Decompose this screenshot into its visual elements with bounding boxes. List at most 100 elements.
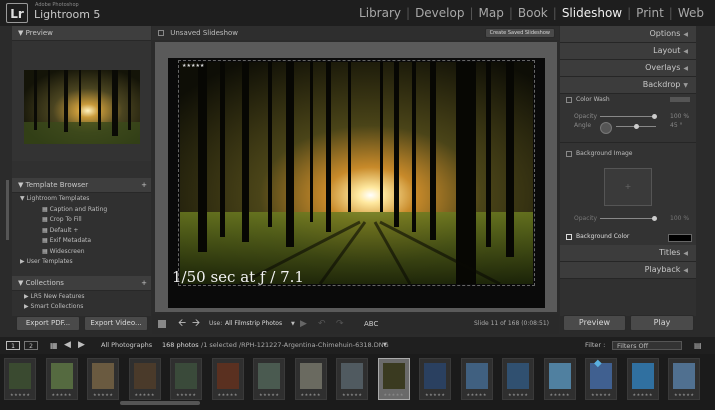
filmstrip-thumbnail[interactable]: ★★★★★	[460, 358, 493, 400]
backdrop-section-header[interactable]: Backdrop ▼	[560, 77, 696, 94]
export-video-button[interactable]: Export Video...	[84, 316, 148, 331]
thumbnail-image	[465, 363, 488, 389]
module-print[interactable]: Print	[631, 6, 669, 20]
filmstrip-thumbnail[interactable]: ★★★★★	[294, 358, 327, 400]
rotate-left-icon[interactable]: ↶	[318, 314, 326, 334]
background-opacity-knob[interactable]	[652, 216, 657, 221]
filmstrip-thumbnail[interactable]: ★★★★★	[170, 358, 202, 400]
primary-window-button[interactable]: 1	[6, 341, 20, 350]
background-color-row[interactable]: Background Color	[566, 233, 629, 240]
left-panel-scrollbar[interactable]	[6, 180, 9, 240]
secondary-window-button[interactable]: 2	[24, 341, 38, 350]
module-library[interactable]: Library	[354, 6, 406, 20]
collection-item[interactable]: ▶ Smart Collections	[24, 302, 148, 312]
source-breadcrumb[interactable]: All Photographs	[101, 337, 152, 354]
background-color-swatch[interactable]	[668, 234, 692, 242]
template-browser-header[interactable]: ▼ Template Browser +	[12, 178, 151, 193]
play-button[interactable]: Play	[630, 315, 694, 331]
thumbnail-rating: ★★★★★	[134, 392, 155, 397]
template-item[interactable]: ▦ Default +	[20, 226, 148, 237]
thumbnail-image	[631, 363, 654, 389]
overlays-section-header[interactable]: Overlays ◀	[560, 60, 696, 77]
thumbnail-image	[175, 363, 197, 389]
tree-folder-lightroom-templates[interactable]: ▼ Lightroom Templates	[20, 194, 148, 205]
filmstrip-thumbnail[interactable]: ★★★★★	[45, 358, 78, 400]
filmstrip-thumbnail[interactable]: ★★★★★	[128, 358, 161, 400]
filter-select[interactable]: Filters Off	[612, 341, 682, 350]
preview-button[interactable]: Preview	[563, 315, 626, 331]
background-image-checkbox[interactable]	[566, 150, 572, 157]
filmstrip-thumbnail[interactable]: ★★★★★	[626, 358, 659, 400]
opacity-slider[interactable]	[600, 114, 657, 119]
rotate-right-icon[interactable]: ↷	[336, 314, 344, 334]
color-wash-checkbox[interactable]	[566, 96, 572, 103]
tree-folder-user-templates[interactable]: ▶ User Templates	[20, 257, 148, 268]
background-opacity-slider[interactable]	[600, 216, 657, 221]
filmstrip-thumbnail[interactable]: ★★★★★	[419, 358, 451, 400]
forward-arrow-icon[interactable]: ▶	[78, 337, 85, 354]
grid-view-icon[interactable]: ▦	[50, 337, 58, 354]
filmstrip-scrollbar[interactable]	[120, 401, 200, 405]
template-item[interactable]: ▦ Exif Metadata	[20, 236, 148, 247]
collections-header[interactable]: ▼ Collections +	[12, 276, 151, 291]
filmstrip-thumbnail[interactable]: ★★★★★	[336, 358, 368, 400]
background-color-checkbox[interactable]	[566, 233, 572, 240]
color-wash-row[interactable]: Color Wash	[566, 96, 610, 103]
collection-item[interactable]: ▶ LR5 New Features	[24, 292, 148, 302]
slideshow-icon	[158, 30, 164, 36]
background-opacity-value: 100 %	[670, 215, 690, 222]
back-arrow-icon[interactable]: ◀	[64, 337, 71, 354]
module-web[interactable]: Web	[673, 6, 709, 20]
layout-guide[interactable]	[178, 60, 535, 286]
filmstrip-thumbnail[interactable]: ★★★★★	[377, 358, 410, 400]
angle-slider[interactable]	[616, 124, 656, 129]
filmstrip-thumbnail[interactable]: ★★★★★	[4, 358, 36, 400]
filmstrip-thumbnail[interactable]: ★★★★★	[253, 358, 285, 400]
rating-stars: ★★★★★	[182, 63, 205, 69]
filmstrip-thumbnail[interactable]: ★★★★★	[668, 358, 700, 400]
filmstrip-thumbnail[interactable]: ★★★★★	[502, 358, 534, 400]
app-title: Lightroom 5	[34, 8, 101, 21]
exposure-caption[interactable]: 1/50 sec at ƒ / 7.1	[172, 268, 304, 286]
angle-dial[interactable]	[600, 122, 612, 134]
next-slide-icon[interactable]: 🡪	[192, 314, 200, 334]
playback-section-header[interactable]: Playback ◀	[560, 262, 696, 279]
module-slideshow[interactable]: Slideshow	[557, 6, 627, 20]
template-item[interactable]: ▦ Caption and Rating	[20, 205, 148, 216]
titles-section-header[interactable]: Titles ◀	[560, 245, 696, 262]
layout-section-header[interactable]: Layout ◀	[560, 43, 696, 60]
chevron-down-icon[interactable]: ▼	[383, 337, 387, 354]
use-source-select[interactable]: All Filmstrip Photos	[225, 314, 282, 334]
angle-slider-knob[interactable]	[634, 124, 639, 129]
module-develop[interactable]: Develop	[410, 6, 469, 20]
background-opacity-label: Opacity	[574, 215, 598, 222]
module-book[interactable]: Book	[513, 6, 553, 20]
export-pdf-button[interactable]: Export PDF...	[16, 316, 80, 331]
module-map[interactable]: Map	[474, 6, 509, 20]
collapse-triangle-icon: ◀	[683, 65, 688, 72]
add-template-icon[interactable]: +	[141, 178, 147, 192]
background-image-well[interactable]: +	[604, 168, 652, 206]
previous-slide-icon[interactable]: 🡨	[178, 314, 186, 334]
color-wash-swatch[interactable]	[670, 97, 690, 102]
thumbnail-image	[382, 363, 405, 389]
create-saved-slideshow-button[interactable]: Create Saved Slideshow	[484, 28, 555, 38]
add-text-button[interactable]: ABC	[364, 314, 378, 334]
chevron-down-icon[interactable]: ▼	[291, 314, 295, 334]
play-preview-icon[interactable]: ▶	[300, 314, 307, 334]
options-section-header[interactable]: Options ◀	[560, 26, 696, 43]
preview-panel-header[interactable]: ▼ Preview	[12, 26, 151, 41]
slideshow-toolbar: 🡨 🡪 Use: All Filmstrip Photos ▼ ▶ ↶ ↷ AB…	[152, 314, 559, 334]
thumbnail-image	[507, 363, 529, 389]
thumbnail-rating: ★★★★★	[632, 392, 653, 397]
template-item[interactable]: ▦ Widescreen	[20, 247, 148, 258]
filter-lock-icon[interactable]: ▤	[694, 337, 702, 354]
add-collection-icon[interactable]: +	[141, 276, 147, 290]
filmstrip-thumbnail[interactable]: ★★★★★	[211, 358, 244, 400]
opacity-slider-knob[interactable]	[652, 114, 657, 119]
filmstrip-thumbnail[interactable]: ★★★★★	[543, 358, 576, 400]
template-item[interactable]: ▦ Crop To Fill	[20, 215, 148, 226]
filmstrip-thumbnail[interactable]: ★★★★★	[87, 358, 119, 400]
stop-icon[interactable]	[158, 320, 166, 328]
background-image-row[interactable]: Background Image	[566, 150, 633, 157]
